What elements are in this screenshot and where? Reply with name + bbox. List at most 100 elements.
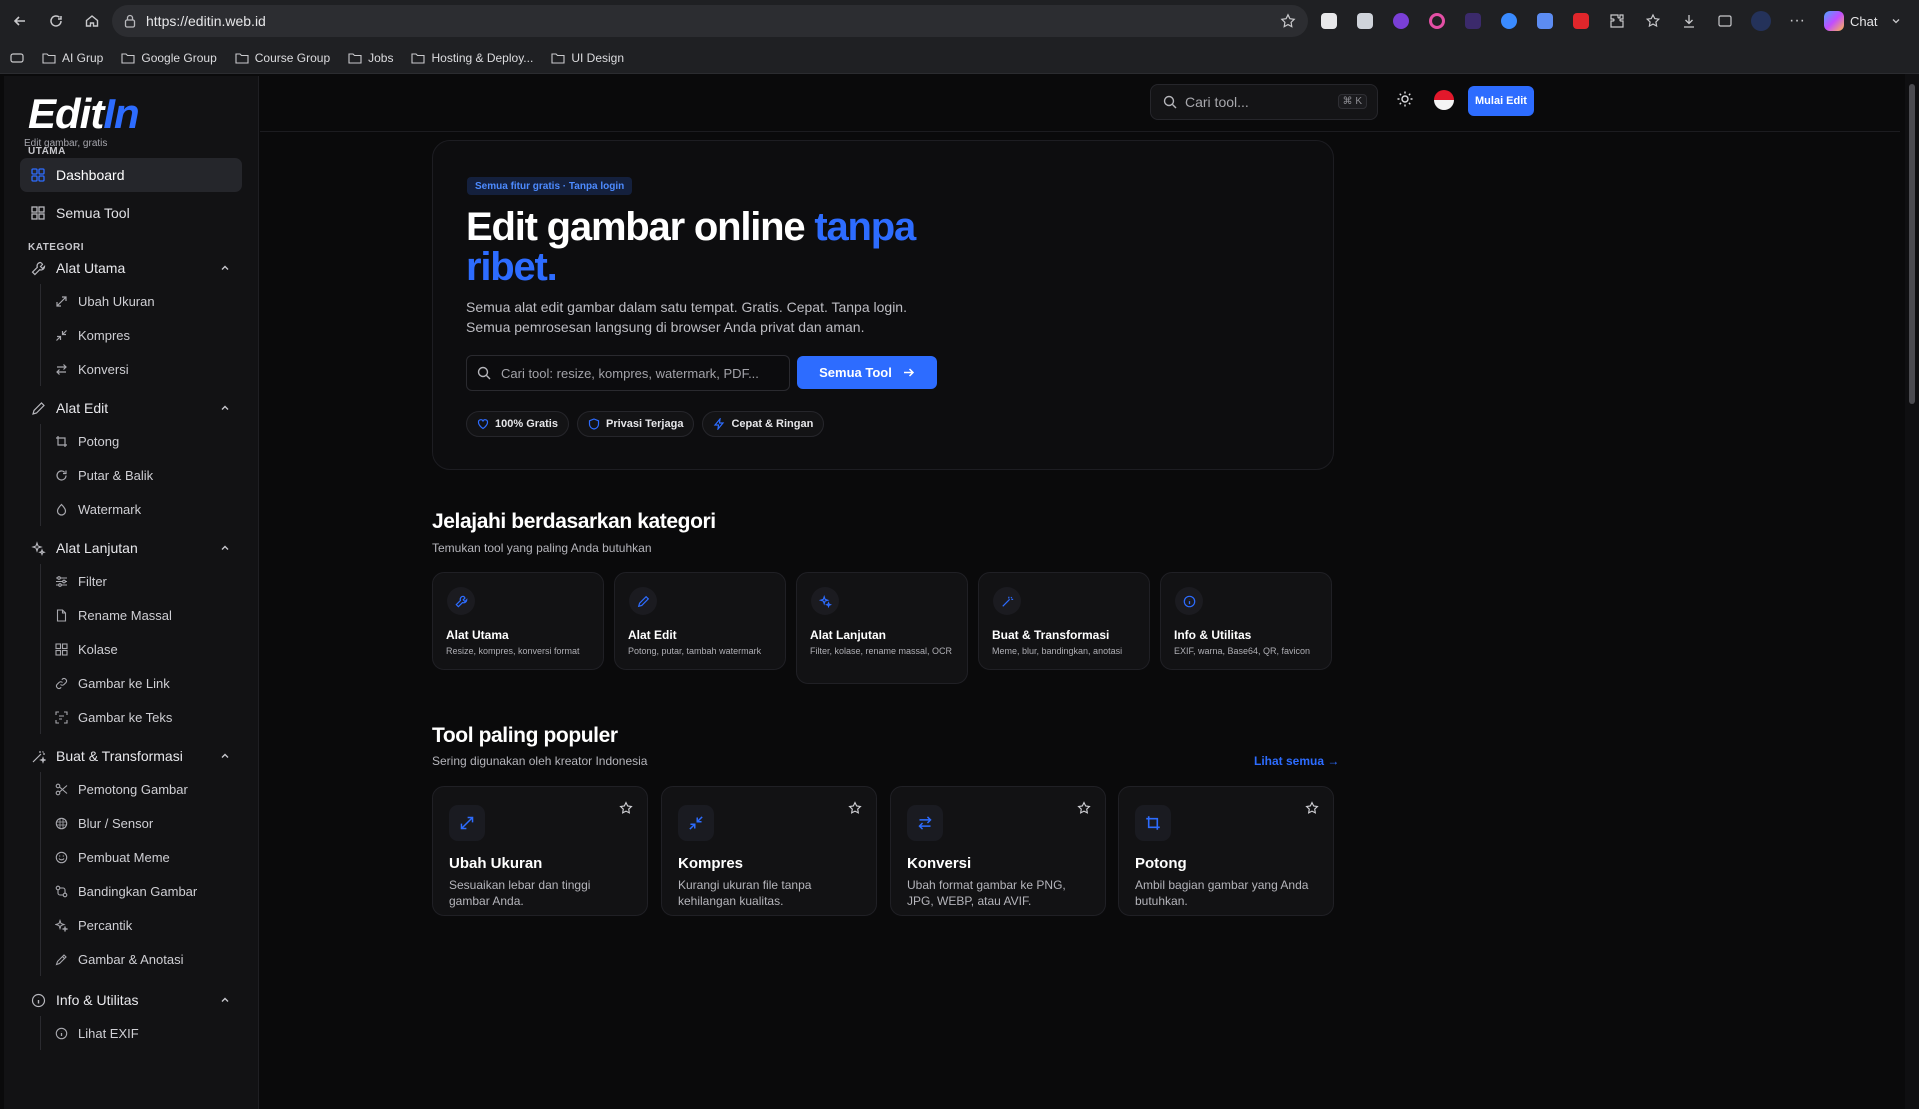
all-tools-button[interactable]: Semua Tool — [797, 356, 937, 389]
sidebar-item-rename-massal[interactable]: Rename Massal — [41, 598, 240, 632]
categories-subtitle: Temukan tool yang paling Anda butuhkan — [432, 541, 652, 555]
category-card-alat-edit[interactable]: Alat Edit Potong, putar, tambah watermar… — [614, 572, 786, 670]
copilot-chat-button[interactable]: Chat — [1824, 8, 1901, 34]
folder-icon — [235, 52, 249, 64]
address-bar[interactable]: https://editin.web.id — [112, 5, 1308, 37]
chevron-up-icon[interactable] — [220, 263, 230, 273]
annotate-icon — [54, 952, 68, 966]
topbar: Cari tool... ⌘ K Mulai Edit — [260, 74, 1900, 132]
bookmark-folder[interactable]: Course Group — [235, 51, 330, 65]
sidebar-item-ubah-ukuran[interactable]: Ubah Ukuran — [41, 284, 240, 318]
chevron-up-icon[interactable] — [220, 751, 230, 761]
free-badge: Semua fitur gratis · Tanpa login — [467, 177, 633, 195]
wrench-icon — [447, 587, 475, 615]
popular-title: Tool paling populer — [432, 724, 618, 747]
rotate-icon — [54, 468, 68, 482]
scrollbar-thumb[interactable] — [1909, 84, 1915, 404]
extension-icon[interactable] — [1352, 8, 1378, 34]
bookmark-folder[interactable]: AI Grup — [42, 51, 103, 65]
resize-icon — [54, 294, 68, 308]
home-icon[interactable] — [74, 0, 110, 42]
extension-icon[interactable] — [1460, 8, 1486, 34]
logo[interactable]: EditIn — [28, 90, 140, 138]
extension-icon[interactable] — [1388, 8, 1414, 34]
sidebar-item-potong[interactable]: Potong — [41, 424, 240, 458]
bookmark-folder[interactable]: Hosting & Deploy... — [411, 51, 533, 65]
info-icon — [54, 1026, 68, 1040]
file-edit-icon — [54, 608, 68, 622]
sidebar-item-kolase[interactable]: Kolase — [41, 632, 240, 666]
category-alat-lanjutan[interactable]: Alat Lanjutan — [20, 534, 242, 562]
language-flag-icon[interactable] — [1434, 90, 1454, 110]
sidebar-item-blur-sensor[interactable]: Blur / Sensor — [41, 806, 240, 840]
extension-icon[interactable] — [1532, 8, 1558, 34]
extensions-bar: ··· — [1316, 0, 1810, 42]
favorite-star-icon[interactable] — [619, 801, 633, 815]
favorite-star-icon[interactable] — [1077, 801, 1091, 815]
sidebar-item-dashboard[interactable]: Dashboard — [20, 158, 242, 192]
scan-text-icon — [54, 710, 68, 724]
bookmark-folder[interactable]: Jobs — [348, 51, 393, 65]
chevron-up-icon[interactable] — [220, 543, 230, 553]
extension-icon[interactable] — [1424, 8, 1450, 34]
sidebar-item-konversi[interactable]: Konversi — [41, 352, 240, 386]
more-icon[interactable]: ··· — [1784, 8, 1810, 34]
sidebar-item-lihat-exif[interactable]: Lihat EXIF — [41, 1016, 240, 1050]
chevron-up-icon[interactable] — [220, 403, 230, 413]
reload-icon[interactable] — [38, 0, 74, 42]
scrollbar[interactable] — [1905, 74, 1919, 1109]
category-alat-utama[interactable]: Alat Utama — [20, 254, 242, 282]
favorites-icon[interactable] — [1640, 8, 1666, 34]
extension-icon[interactable] — [1316, 8, 1342, 34]
sidebar-item-watermark[interactable]: Watermark — [41, 492, 240, 526]
sidebar-item-gambar-ke-teks[interactable]: Gambar ke Teks — [41, 700, 240, 734]
sidebar-item-filter[interactable]: Filter — [41, 564, 240, 598]
category-buat-transformasi[interactable]: Buat & Transformasi — [20, 742, 242, 770]
category-info-utilitas[interactable]: Info & Utilitas — [20, 986, 242, 1014]
pdf-extension-icon[interactable] — [1568, 8, 1594, 34]
pencil-icon — [30, 400, 46, 416]
sidebar-item-kompres[interactable]: Kompres — [41, 318, 240, 352]
subtree-info-utilitas: Lihat EXIF — [40, 1016, 240, 1050]
chevron-up-icon[interactable] — [220, 995, 230, 1005]
profile-avatar-icon[interactable] — [1748, 8, 1774, 34]
tool-card-potong[interactable]: Potong Ambil bagian gambar yang Anda but… — [1118, 786, 1334, 916]
category-card-alat-utama[interactable]: Alat Utama Resize, kompres, konversi for… — [432, 572, 604, 670]
sidebar-item-putar-balik[interactable]: Putar & Balik — [41, 458, 240, 492]
sidebar-item-percantik[interactable]: Percantik — [41, 908, 240, 942]
hero-search-input[interactable]: Cari tool: resize, kompres, watermark, P… — [466, 355, 790, 391]
sidebar-item-pembuat-meme[interactable]: Pembuat Meme — [41, 840, 240, 874]
top-search-input[interactable]: Cari tool... ⌘ K — [1150, 84, 1378, 120]
sidebar-item-all-tools[interactable]: Semua Tool — [20, 196, 242, 230]
tool-card-konversi[interactable]: Konversi Ubah format gambar ke PNG, JPG,… — [890, 786, 1106, 916]
puzzle-icon[interactable] — [1604, 8, 1630, 34]
start-edit-button[interactable]: Mulai Edit — [1468, 86, 1534, 116]
sidebar-item-gambar-ke-link[interactable]: Gambar ke Link — [41, 666, 240, 700]
sidebar-item-gambar-anotasi[interactable]: Gambar & Anotasi — [41, 942, 240, 976]
sparkles-icon — [30, 540, 46, 556]
folder-icon — [121, 52, 135, 64]
category-card-alat-lanjutan[interactable]: Alat Lanjutan Filter, kolase, rename mas… — [796, 572, 968, 684]
category-alat-edit[interactable]: Alat Edit — [20, 394, 242, 422]
screenshot-icon[interactable] — [1712, 8, 1738, 34]
tool-card-kompres[interactable]: Kompres Kurangi ukuran file tanpa kehila… — [661, 786, 877, 916]
tool-card-ubah-ukuran[interactable]: Ubah Ukuran Sesuaikan lebar dan tinggi g… — [432, 786, 648, 916]
bookmark-star-icon[interactable] — [1280, 13, 1296, 29]
favorite-star-icon[interactable] — [1305, 801, 1319, 815]
bookmark-folder[interactable]: Google Group — [121, 51, 217, 65]
bookmark-folder[interactable]: UI Design — [551, 51, 624, 65]
tab-actions-icon[interactable] — [10, 51, 24, 65]
bookmarks-bar: AI Grup Google Group Course Group Jobs H… — [0, 42, 1919, 74]
sidebar-item-pemotong-gambar[interactable]: Pemotong Gambar — [41, 772, 240, 806]
category-card-info-utilitas[interactable]: Info & Utilitas EXIF, warna, Base64, QR,… — [1160, 572, 1332, 670]
info-icon — [1175, 587, 1203, 615]
sidebar-item-bandingkan-gambar[interactable]: Bandingkan Gambar — [41, 874, 240, 908]
favorite-star-icon[interactable] — [848, 801, 862, 815]
sun-icon[interactable] — [1396, 90, 1414, 108]
download-icon[interactable] — [1676, 8, 1702, 34]
extension-icon[interactable] — [1496, 8, 1522, 34]
convert-arrows-icon — [54, 362, 68, 376]
back-icon[interactable] — [2, 0, 38, 42]
see-all-link[interactable]: Lihat semua → — [1254, 754, 1339, 768]
category-card-buat-transformasi[interactable]: Buat & Transformasi Meme, blur, bandingk… — [978, 572, 1150, 670]
